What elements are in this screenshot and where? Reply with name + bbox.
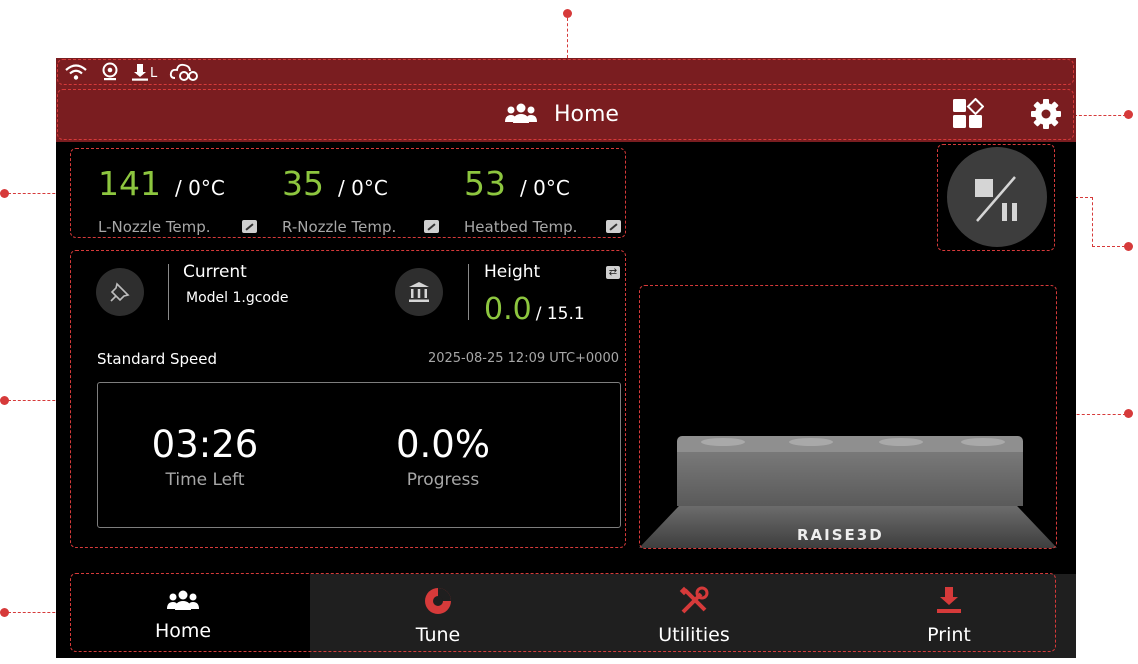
callout-dot-pause [1124,242,1133,251]
callout-box-header [57,89,1074,140]
callout-leader-top [567,18,568,58]
callout-box-nav [70,573,1056,652]
callout-box-info [70,250,626,548]
callout-box-preview [639,285,1057,549]
callout-box-temps [70,148,626,238]
callout-dot-top [563,9,572,18]
callout-leader-header [1074,115,1126,116]
callout-box-statusbar [57,59,1074,85]
callout-leader-pause-2 [1092,197,1093,247]
callout-box-pause [937,144,1055,251]
callout-leader-pause-3 [1092,246,1125,247]
